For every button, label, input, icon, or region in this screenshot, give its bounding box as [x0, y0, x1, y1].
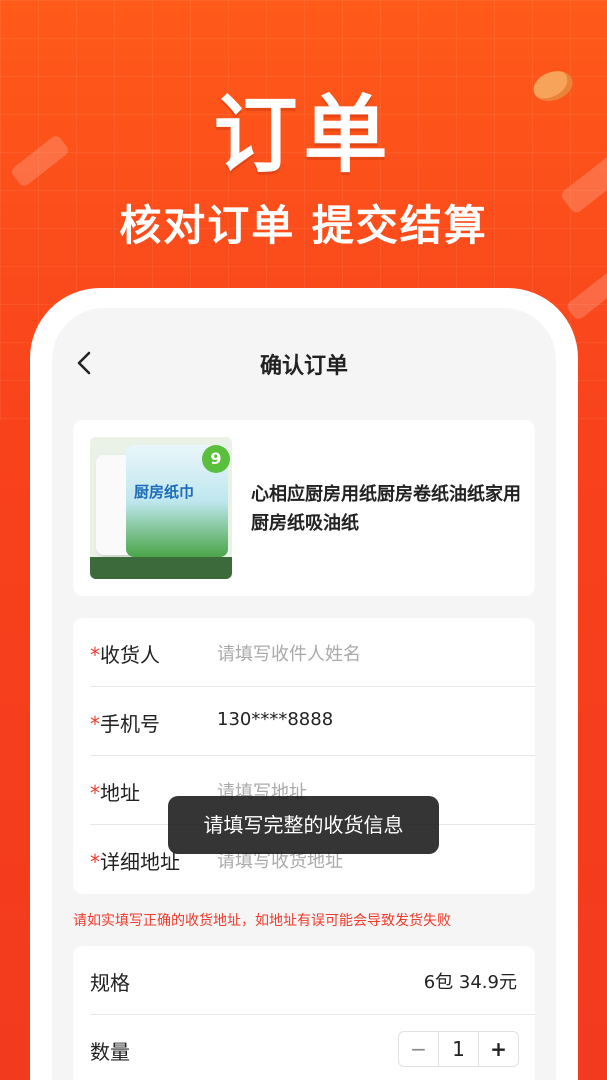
- quantity-stepper[interactable]: − 1 +: [398, 1031, 519, 1067]
- count-badge: 9: [202, 445, 230, 473]
- product-name: 心相应厨房用纸厨房卷纸油纸家用厨房纸吸油纸: [251, 484, 521, 534]
- required-mark: *: [90, 781, 100, 805]
- hero-title: 订单: [213, 86, 394, 184]
- receiver-row[interactable]: *收货人 请填写收件人姓名: [90, 618, 535, 687]
- app-screen: 确认订单 厨房纸巾 9 心相应厨房用纸厨房卷纸油纸家用厨房纸吸油纸 *收货人 请…: [52, 308, 556, 1080]
- quantity-label: 数量: [90, 1040, 130, 1064]
- quantity-value[interactable]: 1: [439, 1032, 478, 1066]
- required-mark: *: [90, 712, 100, 736]
- phone-input[interactable]: 130****8888: [217, 709, 333, 730]
- pack-label: 厨房纸巾: [134, 483, 195, 501]
- address-label-text: 地址: [100, 781, 140, 805]
- address-warning: 请如实填写正确的收货地址，如地址有误可能会导致发货失败: [73, 913, 451, 929]
- receiver-label-text: 收货人: [100, 643, 160, 667]
- phone-label-text: 手机号: [100, 712, 160, 736]
- phone-label: *手机号: [90, 708, 160, 737]
- receiver-label: *收货人: [90, 639, 160, 668]
- page-title: 确认订单: [259, 354, 348, 379]
- receiver-input[interactable]: 请填写收件人姓名: [217, 640, 361, 666]
- address-label: *地址: [90, 777, 140, 806]
- thumb-ground: [90, 557, 232, 579]
- spec-card: 规格 6包 34.9元 数量 − 1 +: [73, 946, 535, 1080]
- decrease-button[interactable]: −: [399, 1032, 439, 1066]
- phone-row[interactable]: *手机号 130****8888: [90, 687, 535, 756]
- required-mark: *: [90, 643, 100, 667]
- detail-address-label-text: 详细地址: [100, 850, 180, 874]
- spec-value: 6包 34.9元: [423, 972, 517, 993]
- required-mark: *: [90, 850, 100, 874]
- increase-button[interactable]: +: [478, 1032, 518, 1066]
- product-thumbnail: 厨房纸巾 9: [90, 437, 232, 579]
- product-card[interactable]: 厨房纸巾 9 心相应厨房用纸厨房卷纸油纸家用厨房纸吸油纸: [73, 420, 535, 596]
- spec-row[interactable]: 规格 6包 34.9元: [90, 946, 535, 1015]
- spec-label: 规格: [90, 971, 130, 995]
- detail-address-label: *详细地址: [90, 846, 180, 875]
- hero-subtitle: 核对订单 提交结算: [119, 201, 488, 250]
- quantity-row: 数量 − 1 +: [90, 1015, 535, 1080]
- nav-bar: 确认订单: [52, 342, 556, 386]
- toast-message: 请填写完整的收货信息: [168, 796, 439, 854]
